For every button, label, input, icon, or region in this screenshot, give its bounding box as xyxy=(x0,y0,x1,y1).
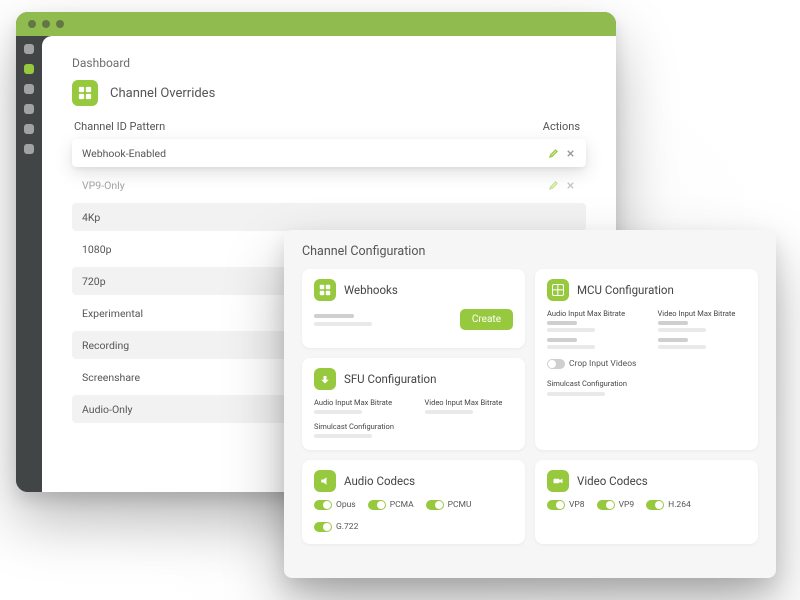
card-title: SFU Configuration xyxy=(344,372,436,386)
section-title: Channel Overrides xyxy=(110,86,215,101)
mcu-icon xyxy=(547,279,569,301)
codec-toggle[interactable]: G.722 xyxy=(314,522,358,532)
rail-item[interactable] xyxy=(24,44,34,54)
codec-toggle[interactable]: PCMU xyxy=(426,500,472,510)
rail-item-active[interactable] xyxy=(24,64,34,74)
row-label: Webhook-Enabled xyxy=(82,147,166,160)
row-label: Experimental xyxy=(82,307,143,320)
rail-item[interactable] xyxy=(24,144,34,154)
section-icon xyxy=(72,80,98,106)
card-title: Video Codecs xyxy=(577,474,648,488)
table-row[interactable]: Webhook-Enabled xyxy=(72,139,586,167)
titlebar xyxy=(16,12,616,36)
field-label: Video Input Max Bitrate xyxy=(425,398,514,407)
camera-icon xyxy=(547,470,569,492)
window-dot xyxy=(28,20,36,28)
row-label: 4Kp xyxy=(82,211,100,224)
webhooks-icon xyxy=(314,279,336,301)
create-button[interactable]: Create xyxy=(460,309,513,330)
row-label: 1080p xyxy=(82,243,112,256)
row-label: 720p xyxy=(82,275,106,288)
panel-title: Channel Configuration xyxy=(302,244,758,259)
close-icon[interactable] xyxy=(565,148,576,159)
row-label: Audio-Only xyxy=(82,403,133,416)
table-row[interactable]: 4Kp xyxy=(72,203,586,231)
channel-config-panel: Channel Configuration Webhooks Create xyxy=(284,230,776,578)
sfu-icon xyxy=(314,368,336,390)
rail-item[interactable] xyxy=(24,124,34,134)
window-dot xyxy=(56,20,64,28)
card-video-codecs: Video Codecs VP8 VP9 H.264 xyxy=(535,460,758,544)
row-label: VP9-Only xyxy=(82,179,125,192)
codec-toggle[interactable]: PCMA xyxy=(368,500,414,510)
edit-icon[interactable] xyxy=(548,180,559,191)
field-label: Simulcast Configuration xyxy=(547,379,746,388)
rail-item[interactable] xyxy=(24,84,34,94)
speaker-icon xyxy=(314,470,336,492)
row-label: Screenshare xyxy=(82,371,140,384)
card-audio-codecs: Audio Codecs Opus PCMA PCMU G.722 xyxy=(302,460,525,544)
card-title: Audio Codecs xyxy=(344,474,415,488)
edit-icon[interactable] xyxy=(548,148,559,159)
field-label: Audio Input Max Bitrate xyxy=(547,309,636,318)
field-label: Simulcast Configuration xyxy=(314,422,513,431)
col-actions: Actions xyxy=(543,120,580,133)
rail-item[interactable] xyxy=(24,104,34,114)
card-title: MCU Configuration xyxy=(577,283,674,297)
card-title: Webhooks xyxy=(344,283,398,297)
field-label: Video Input Max Bitrate xyxy=(658,309,747,318)
codec-toggle[interactable]: Opus xyxy=(314,500,356,510)
field-label: Audio Input Max Bitrate xyxy=(314,398,403,407)
breadcrumb: Dashboard xyxy=(72,56,586,70)
nav-rail xyxy=(16,36,42,492)
codec-toggle[interactable]: VP8 xyxy=(547,500,585,510)
table-row[interactable]: VP9-Only xyxy=(72,171,586,199)
card-mcu: MCU Configuration Audio Input Max Bitrat… xyxy=(535,269,758,450)
crop-toggle[interactable]: Crop Input Videos xyxy=(547,359,746,369)
codec-toggle[interactable]: H.264 xyxy=(646,500,691,510)
toggle-label: Crop Input Videos xyxy=(569,359,636,369)
table-header: Channel ID Pattern Actions xyxy=(72,120,586,139)
card-sfu: SFU Configuration Audio Input Max Bitrat… xyxy=(302,358,525,450)
col-pattern: Channel ID Pattern xyxy=(74,120,165,133)
close-icon[interactable] xyxy=(565,180,576,191)
codec-toggle[interactable]: VP9 xyxy=(597,500,635,510)
window-dot xyxy=(42,20,50,28)
toggle-off-icon xyxy=(547,359,565,369)
row-label: Recording xyxy=(82,339,129,352)
card-webhooks: Webhooks Create xyxy=(302,269,525,348)
